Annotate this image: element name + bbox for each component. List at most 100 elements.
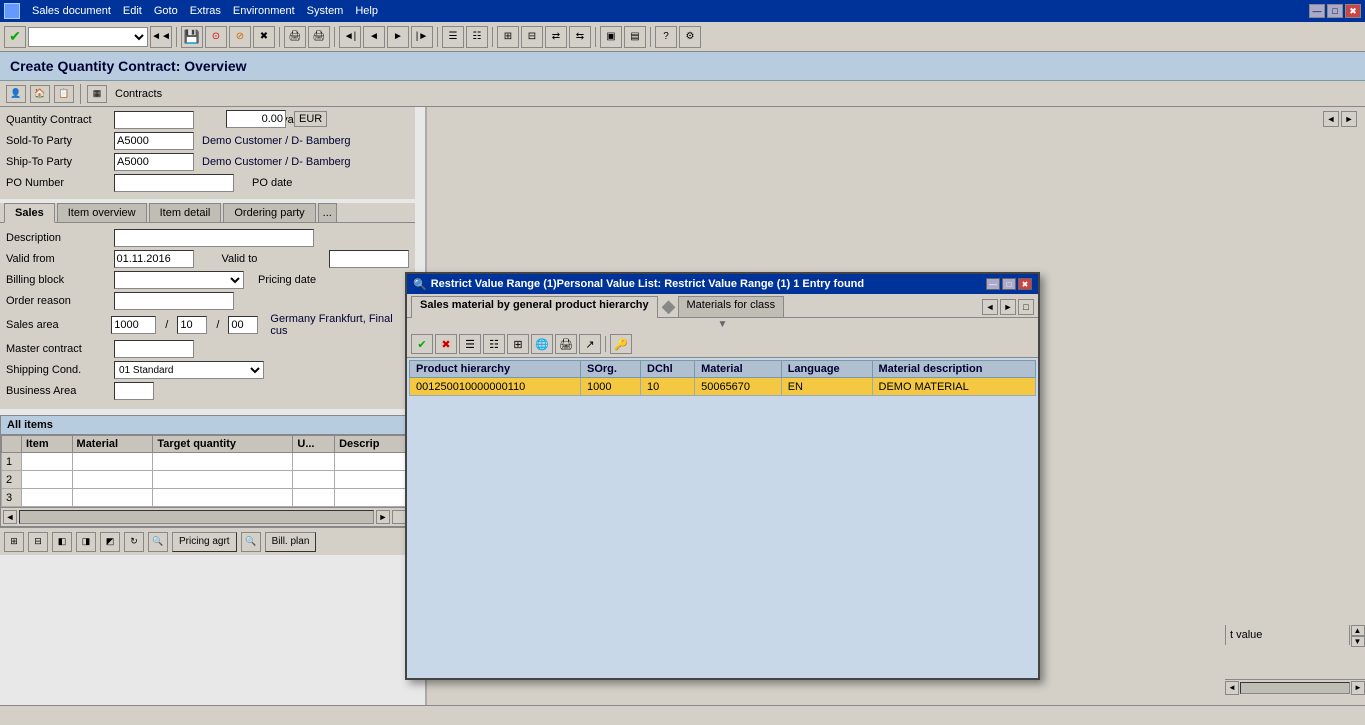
modal-close-button[interactable]: ✖ — [1018, 278, 1032, 290]
tab-more[interactable]: ... — [318, 203, 337, 222]
modal-details-button[interactable]: ⊞ — [507, 334, 529, 354]
master-contract-input[interactable] — [114, 340, 194, 358]
sold-to-input[interactable] — [114, 132, 194, 150]
quantity-contract-input[interactable] — [114, 111, 194, 129]
item-2[interactable] — [22, 471, 73, 489]
nav1-button[interactable]: ◄| — [339, 26, 361, 48]
print2-button[interactable]: 🖨 — [308, 26, 330, 48]
u-3[interactable] — [293, 489, 335, 507]
bt-btn1[interactable]: ⊞ — [4, 532, 24, 552]
maximize-button[interactable]: □ — [1327, 4, 1343, 18]
valid-from-input[interactable] — [114, 250, 194, 268]
modal-world-button[interactable]: 🌐 — [531, 334, 553, 354]
u-2[interactable] — [293, 471, 335, 489]
grid-icon[interactable]: ▦ — [87, 85, 107, 103]
desc-2[interactable] — [335, 471, 414, 489]
sales-area-input2[interactable] — [177, 316, 207, 334]
bt-btn7[interactable]: 🔍 — [148, 532, 168, 552]
qty-1[interactable] — [153, 453, 293, 471]
right-nav-prev[interactable]: ◄ — [1323, 111, 1339, 127]
menu-system[interactable]: System — [307, 5, 344, 17]
scroll-up-btn[interactable]: ▲ — [1351, 625, 1365, 636]
shipping-cond-select[interactable]: 01 Standard — [114, 361, 264, 379]
material-3[interactable] — [72, 489, 153, 507]
qty-2[interactable] — [153, 471, 293, 489]
modal-minimize-button[interactable]: — — [986, 278, 1000, 290]
right-scroll-right[interactable]: ► — [1351, 681, 1365, 695]
material-2[interactable] — [72, 471, 153, 489]
menu-help[interactable]: Help — [355, 5, 378, 17]
bt-btn2[interactable]: ⊟ — [28, 532, 48, 552]
ship-to-input[interactable] — [114, 153, 194, 171]
cancel-orange-button[interactable]: ⊘ — [229, 26, 251, 48]
pricing-agrt-button[interactable]: Pricing agrt — [172, 532, 237, 552]
menu-extras[interactable]: Extras — [190, 5, 221, 17]
scroll-down-btn[interactable]: ▼ — [1351, 636, 1365, 647]
material-1[interactable] — [72, 453, 153, 471]
modal-maximize-button[interactable]: □ — [1002, 278, 1016, 290]
modal-cancel-button[interactable]: ✖ — [435, 334, 457, 354]
tab-nav-prev[interactable]: ◄ — [982, 299, 998, 315]
tab-nav-next[interactable]: ► — [1000, 299, 1016, 315]
bt-btn8[interactable]: 🔍 — [241, 532, 261, 552]
bill-plan-button[interactable]: Bill. plan — [265, 532, 317, 552]
home-icon[interactable]: 🏠 — [30, 85, 50, 103]
tab-sales[interactable]: Sales — [4, 203, 55, 223]
u-1[interactable] — [293, 453, 335, 471]
menu-goto[interactable]: Goto — [154, 5, 178, 17]
menu-sales-document[interactable]: Sales document — [32, 5, 111, 17]
nav3-button[interactable]: ► — [387, 26, 409, 48]
layout2-button[interactable]: ▤ — [624, 26, 646, 48]
bt-btn6[interactable]: ↻ — [124, 532, 144, 552]
description-input[interactable] — [114, 229, 314, 247]
expand-button[interactable]: ⊞ — [497, 26, 519, 48]
po-number-input[interactable] — [114, 174, 234, 192]
tab-ordering-party[interactable]: Ordering party — [223, 203, 315, 222]
qty-3[interactable] — [153, 489, 293, 507]
sales-area-input3[interactable] — [228, 316, 258, 334]
minimize-button[interactable]: — — [1309, 4, 1325, 18]
save-button[interactable]: 💾 — [181, 26, 203, 48]
modal-table-row[interactable]: 001250010000000110 1000 10 50065670 EN D… — [410, 378, 1036, 396]
modal-tab-materials-class[interactable]: Materials for class — [678, 296, 785, 317]
swap1-button[interactable]: ⇄ — [545, 26, 567, 48]
deselect-button[interactable]: ☷ — [466, 26, 488, 48]
order-reason-input[interactable] — [114, 292, 234, 310]
desc-1[interactable] — [335, 453, 414, 471]
right-nav-next[interactable]: ► — [1341, 111, 1357, 127]
right-scroll-track[interactable] — [1240, 682, 1350, 694]
scroll-left-button[interactable]: ◄ — [3, 510, 17, 524]
select-all-button[interactable]: ☰ — [442, 26, 464, 48]
modal-print-button[interactable]: 🖨 — [555, 334, 577, 354]
config-button[interactable]: ⚙ — [679, 26, 701, 48]
scroll-track-h[interactable] — [19, 510, 374, 524]
modal-check-button[interactable]: ✔ — [411, 334, 433, 354]
cancel-red-button[interactable]: ⊙ — [205, 26, 227, 48]
print-button[interactable]: 🖨 — [284, 26, 306, 48]
green-check-button[interactable]: ✔ — [4, 26, 26, 48]
nav2-button[interactable]: ◄ — [363, 26, 385, 48]
bt-btn3[interactable]: ◧ — [52, 532, 72, 552]
billing-block-select[interactable] — [114, 271, 244, 289]
valid-to-input[interactable] — [329, 250, 409, 268]
item-1[interactable] — [22, 453, 73, 471]
close-button[interactable]: ✖ — [1345, 4, 1361, 18]
scroll-right-button[interactable]: ► — [376, 510, 390, 524]
modal-deselect-button[interactable]: ☷ — [483, 334, 505, 354]
cancel-dark-button[interactable]: ✖ — [253, 26, 275, 48]
bt-btn4[interactable]: ◨ — [76, 532, 96, 552]
menu-edit[interactable]: Edit — [123, 5, 142, 17]
tab-nav-expand[interactable]: □ — [1018, 299, 1034, 315]
modal-select-all-button[interactable]: ☰ — [459, 334, 481, 354]
bt-btn5[interactable]: ◩ — [100, 532, 120, 552]
menu-environment[interactable]: Environment — [233, 5, 295, 17]
command-field[interactable] — [28, 27, 148, 47]
swap2-button[interactable]: ⇆ — [569, 26, 591, 48]
clipboard-icon[interactable]: 📋 — [54, 85, 74, 103]
tab-item-detail[interactable]: Item detail — [149, 203, 222, 222]
layout1-button[interactable]: ▣ — [600, 26, 622, 48]
right-scroll-left[interactable]: ◄ — [1225, 681, 1239, 695]
collapse-button[interactable]: ⊟ — [521, 26, 543, 48]
modal-export-button[interactable]: ↗ — [579, 334, 601, 354]
nav4-button[interactable]: |► — [411, 26, 433, 48]
